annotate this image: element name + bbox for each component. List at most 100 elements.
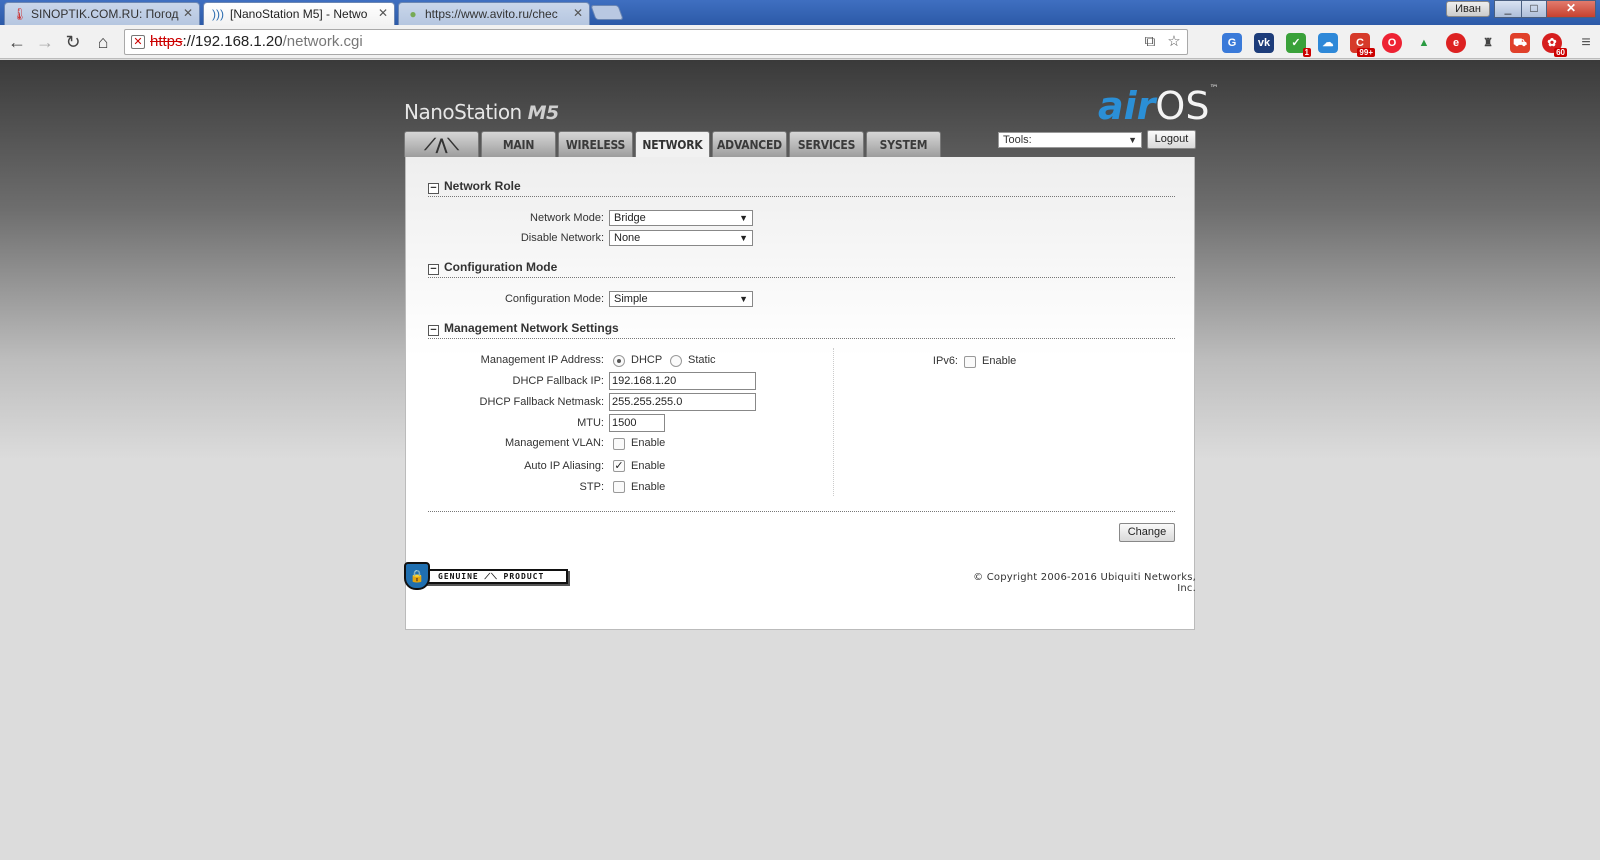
change-button[interactable]: Change [1119,523,1175,542]
mtu-label: MTU: [577,417,604,429]
static-radio-label: Static [688,354,716,366]
airos-logo-os: OS [1155,84,1210,128]
product-name-text: NanoStation [404,100,522,124]
profile-button[interactable]: Иван [1446,1,1490,17]
new-tab-button[interactable] [590,5,624,20]
cart-extension-icon[interactable]: ⛟ [1510,33,1530,53]
copyright-text: © Copyright 2006-2016 Ubiquiti Networks,… [973,572,1196,594]
tab-title: https://www.avito.ru/chec [425,7,558,21]
lastpass-extension-icon[interactable]: ✿ 60 [1542,33,1567,57]
stp-enable-label: Enable [631,481,666,493]
window-close-button[interactable]: ✕ [1546,0,1596,18]
tools-select-value: Tools: [1003,134,1032,146]
management-ip-label: Management IP Address: [480,354,604,366]
dhcp-fallback-ip-input[interactable]: 192.168.1.20 [609,372,756,390]
genuine-product-text: GENUINE ⟋⟍ PRODUCT [424,569,568,584]
drive-extension-icon[interactable]: ▲ [1414,33,1434,53]
stp-label: STP: [579,481,604,493]
close-icon[interactable]: ✕ [573,6,583,20]
mtu-input[interactable]: 1500 [609,414,665,432]
tab-main[interactable]: MAIN [481,131,556,157]
tab-advanced[interactable]: ADVANCED [712,131,787,157]
configuration-mode-value: Simple [614,293,648,305]
browser-tabstrip: 🌡 SINOPTIK.COM.RU: Погод ✕ ))) [NanoStat… [0,0,1600,25]
tab-system[interactable]: SYSTEM [866,131,941,157]
section-title: Network Role [444,179,521,193]
tab-network[interactable]: NETWORK [635,131,710,158]
opera-extension-icon[interactable]: O [1382,33,1402,53]
forward-icon[interactable]: → [34,31,56,53]
browser-toolbar: ← → ↻ ⌂ ✕ https://192.168.1.20/network.c… [0,25,1600,59]
network-mode-label: Network Mode: [530,212,604,224]
reload-icon[interactable]: ↻ [62,31,84,53]
dropdown-arrow-icon: ▼ [739,294,748,304]
static-radio[interactable] [670,355,682,367]
avito-icon: ● [409,7,417,21]
network-mode-select[interactable]: Bridge ▼ [609,210,753,226]
ipv6-label: IPv6: [932,355,958,367]
cloud-extension-icon[interactable]: ☁ [1318,33,1338,53]
maximize-button[interactable]: □ [1521,0,1547,18]
google-translate-extension-icon[interactable]: G [1222,33,1242,53]
vk-extension-icon[interactable]: vk [1254,33,1274,53]
tab-title: [NanoStation M5] - Netwo [230,7,368,21]
stp-checkbox[interactable] [613,481,625,493]
dropdown-arrow-icon: ▼ [739,233,748,243]
dropdown-arrow-icon: ▼ [739,213,748,223]
section-network-role: − Network Role [428,179,1175,197]
ipv6-checkbox[interactable] [964,356,976,368]
dhcp-radio[interactable] [613,355,625,367]
section-configuration-mode: − Configuration Mode [428,260,1175,278]
column-divider [833,348,834,496]
checkmark-icon: ✓ [614,460,624,472]
disable-network-label: Disable Network: [520,232,604,244]
extension-badge: 1 [1302,48,1311,57]
management-vlan-enable-label: Enable [631,437,666,449]
collapse-icon[interactable]: − [428,183,439,194]
configuration-mode-label: Configuration Mode: [504,293,604,305]
section-divider [428,511,1175,512]
e-extension-icon[interactable]: e [1446,33,1466,53]
network-settings-panel: − Network Role Network Mode: Bridge ▼ Dis… [405,157,1195,630]
management-vlan-checkbox[interactable] [613,438,625,450]
close-icon[interactable]: ✕ [378,6,388,20]
browser-tab-sinoptik[interactable]: 🌡 SINOPTIK.COM.RU: Погод ✕ [4,2,200,25]
auto-ip-aliasing-checkbox[interactable]: ✓ [613,460,625,472]
address-bar[interactable]: ✕ https://192.168.1.20/network.cgi ⧉ ☆ [124,29,1188,55]
url-path: /network.cgi [282,33,363,50]
network-mode-value: Bridge [614,212,646,224]
home-icon[interactable]: ⌂ [92,31,114,53]
tab-title: SINOPTIK.COM.RU: Погод [31,7,179,21]
browser-tab-nanostation[interactable]: ))) [NanoStation M5] - Netwo ✕ [203,2,395,25]
collapse-icon[interactable]: − [428,325,439,336]
page: NanoStation M5 airOS™ ⟋⋀⟍ MAIN WIRELESS … [0,60,1600,860]
tools-select[interactable]: Tools: ▼ [998,132,1142,148]
browser-menu-icon[interactable]: ≡ [1578,34,1594,52]
dhcp-fallback-netmask-input[interactable]: 255.255.255.0 [609,393,756,411]
ghost-extension-icon[interactable]: ♜ [1478,33,1498,53]
minimize-button[interactable]: _ [1494,0,1522,18]
tab-wireless[interactable]: WIRELESS [558,131,633,157]
genuine-product-badge: GENUINE ⟋⟍ PRODUCT 🔒 [404,562,568,590]
configuration-mode-select[interactable]: Simple ▼ [609,291,753,307]
mail-extension-icon[interactable]: C 99+ [1350,33,1375,57]
dhcp-radio-label: DHCP [631,354,663,366]
management-vlan-label: Management VLAN: [504,437,604,449]
back-icon[interactable]: ← [6,31,28,53]
translate-icon[interactable]: ⧉ [1141,33,1159,51]
bookmark-star-icon[interactable]: ☆ [1165,33,1183,51]
shield-extension-icon[interactable]: ✓ 1 [1286,33,1311,57]
section-title: Configuration Mode [444,260,558,274]
product-model: M5 [527,102,560,124]
extension-badge: 99+ [1357,48,1375,57]
ubiquiti-logo-icon: ⟋⋀⟍ [424,135,459,154]
tab-services[interactable]: SERVICES [789,131,864,157]
logout-button[interactable]: Logout [1147,130,1196,149]
close-icon[interactable]: ✕ [183,6,193,20]
browser-tab-avito[interactable]: ● https://www.avito.ru/chec ✕ [398,2,590,25]
collapse-icon[interactable]: − [428,264,439,275]
thermometer-icon: 🌡 [12,7,28,21]
tab-ubiquiti-logo[interactable]: ⟋⋀⟍ [404,131,479,157]
disable-network-select[interactable]: None ▼ [609,230,753,246]
insecure-lock-icon[interactable]: ✕ [131,35,145,49]
